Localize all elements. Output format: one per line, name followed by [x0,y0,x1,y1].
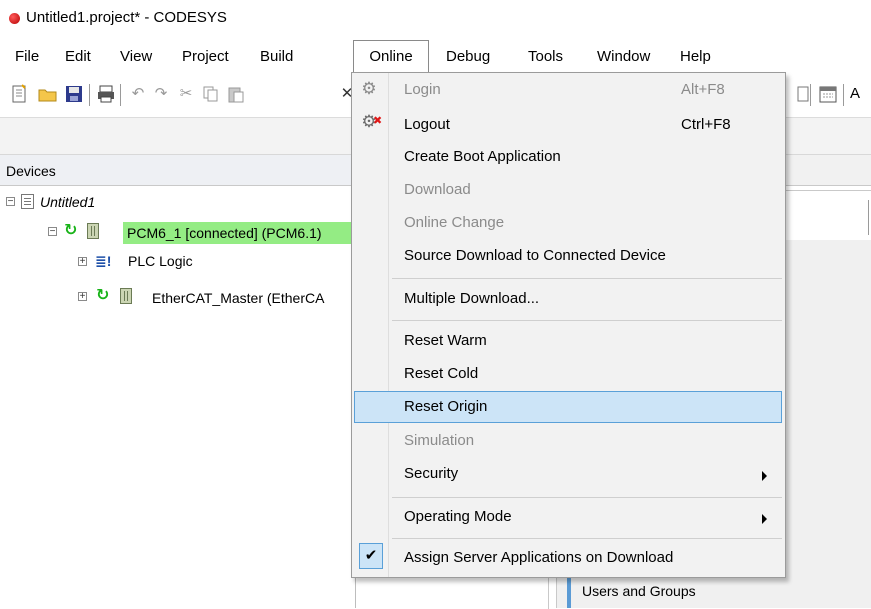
tree-root-project[interactable]: Untitled1 [40,194,95,210]
tree-ethercat-master[interactable]: EtherCAT_Master (EtherCA [152,290,324,306]
open-folder-icon[interactable] [38,84,58,104]
toolbar-separator [89,84,90,106]
operating-mode-submenu-arrow-icon [762,514,767,524]
menu-item-reset-cold[interactable]: Reset Cold [404,365,478,382]
login-shortcut: Alt+F8 [681,81,725,98]
login-gear-icon: ⚙ [361,79,377,98]
collapse-device-expander[interactable]: − [48,227,57,237]
users-and-groups-item[interactable]: Users and Groups [582,583,696,599]
menu-icon-gutter [352,73,389,577]
menu-debug[interactable]: Debug [446,46,490,68]
devices-title: Devices [6,163,56,179]
window-title: Untitled1.project* - CODESYS [26,9,227,26]
menu-item-download[interactable]: Download [404,181,471,198]
undo-icon[interactable]: ↶ [128,84,148,104]
security-submenu-arrow-icon [762,471,767,481]
selected-indicator [567,577,571,608]
menu-item-source-download[interactable]: Source Download to Connected Device [404,247,666,264]
toolbar-trailing-label[interactable]: A [850,84,870,104]
plc-logic-icon: ≣! [95,253,112,269]
calendar-icon[interactable] [818,84,838,104]
menu-item-operating-mode[interactable]: Operating Mode [404,508,512,525]
codesys-app-icon [9,13,20,24]
toolbar-separator [843,84,844,106]
menu-window[interactable]: Window [597,46,650,68]
checkmark-icon: ✔ [359,543,383,569]
toolbar-separator [120,84,121,106]
collapse-root-expander[interactable]: − [6,197,15,207]
menu-item-logout[interactable]: Logout [404,116,450,133]
tree-plc-logic[interactable]: PLC Logic [128,253,193,269]
expand-plc-logic-expander[interactable]: + [78,257,87,267]
menu-item-online-change[interactable]: Online Change [404,214,504,231]
cut-icon[interactable]: ✂ [176,84,196,104]
menu-item-simulation[interactable]: Simulation [404,432,474,449]
menu-item-login[interactable]: Login [404,81,441,98]
redo-icon[interactable]: ↷ [151,84,171,104]
menu-item-security[interactable]: Security [404,465,458,482]
ethercat-device-icon [120,288,132,304]
menu-item-multiple-download[interactable]: Multiple Download... [404,290,539,307]
logout-x-icon: ✖ [373,115,383,127]
project-icon [21,194,34,209]
save-icon[interactable] [64,84,84,104]
toolbar-tool-icon[interactable] [793,84,813,104]
connected-sync-icon: ↻ [64,222,78,239]
menu-build[interactable]: Build [260,46,293,68]
menu-item-assign-server-applications[interactable]: Assign Server Applications on Download [404,549,673,566]
menu-help[interactable]: Help [680,46,711,68]
menu-item-reset-origin[interactable]: Reset Origin [404,398,487,415]
menu-separator [392,538,782,539]
menu-item-reset-warm[interactable]: Reset Warm [404,332,487,349]
menu-project[interactable]: Project [182,46,229,68]
menu-online[interactable]: Online [353,40,429,73]
paste-icon[interactable] [226,84,246,104]
menu-tools[interactable]: Tools [528,46,563,68]
copy-icon[interactable] [201,84,221,104]
menu-separator [392,497,782,498]
tree-device-pcm6[interactable]: PCM6_1 [connected] (PCM6.1) [127,225,322,241]
menu-separator [392,320,782,321]
device-icon [87,223,99,239]
new-project-icon[interactable] [10,84,30,104]
print-icon[interactable] [96,84,116,104]
menu-separator [392,278,782,279]
menu-edit[interactable]: Edit [65,46,91,68]
menu-view[interactable]: View [120,46,152,68]
menu-file[interactable]: File [15,46,39,68]
ethercat-sync-icon: ↻ [96,287,110,304]
menu-item-create-boot-application[interactable]: Create Boot Application [404,148,561,165]
logout-shortcut: Ctrl+F8 [681,116,731,133]
expand-ethercat-expander[interactable]: + [78,292,87,302]
devices-tree [0,186,356,608]
